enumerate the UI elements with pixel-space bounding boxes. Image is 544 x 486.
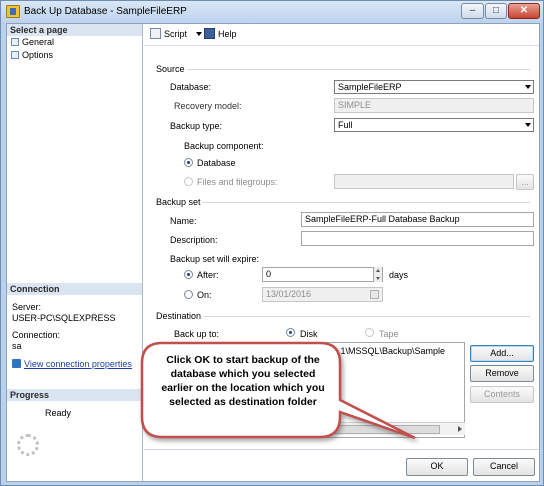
maximize-button[interactable]: □ [485,3,507,19]
backup-type-value: Full [338,120,353,130]
database-select[interactable]: SampleFileERP [334,80,534,94]
divider [188,69,530,70]
page-icon [11,38,19,46]
divider [202,202,530,203]
component-database-radio[interactable] [184,158,193,167]
database-value: SampleFileERP [338,82,402,92]
progress-status: Ready [45,408,72,418]
ok-button[interactable]: OK [406,458,468,476]
page-icon [11,51,19,59]
help-icon [204,28,215,39]
connection-value: sa [12,341,22,351]
expire-label: Backup set will expire: [170,254,260,264]
contents-button[interactable]: Contents [470,386,534,403]
help-button[interactable]: Help [204,28,237,39]
tape-label: Tape [379,329,399,339]
component-files-radio[interactable] [184,177,193,186]
left-pane: Select a page General Options Connection… [7,24,143,481]
backup-component-label: Backup component: [184,141,264,151]
page-general[interactable]: General [11,37,54,47]
remove-button[interactable]: Remove [470,365,534,382]
destination-group-label: Destination [156,311,202,321]
component-database-label: Database [197,158,236,168]
description-input[interactable] [301,231,534,246]
connection-label: Connection: [12,330,61,340]
view-connection-properties[interactable]: View connection properties [12,359,132,369]
close-button[interactable]: ✕ [508,3,540,19]
divider [204,316,530,317]
backup-set-group-label: Backup set [156,197,201,207]
disk-label: Disk [300,329,318,339]
page-options[interactable]: Options [11,50,53,60]
scroll-right-icon[interactable] [458,426,462,432]
expire-on-radio[interactable] [184,290,193,299]
backup-to-label: Back up to: [174,329,220,339]
window-title: Back Up Database - SampleFileERP [24,6,187,17]
after-days-input[interactable]: 0 [262,267,383,282]
page-options-label: Options [22,50,54,60]
page-general-label: General [22,37,55,47]
cancel-button[interactable]: Cancel [473,458,535,476]
days-label: days [389,270,409,280]
server-value: USER-PC\SQLEXPRESS [12,313,116,323]
days-spinner[interactable] [373,267,382,282]
calendar-icon [370,290,379,299]
database-label: Database: [170,82,212,92]
name-label: Name: [170,216,197,226]
recovery-model-label: Recovery model: [174,101,242,111]
help-label: Help [218,29,237,39]
script-label: Script [164,29,188,39]
expire-date-value: 13/01/2016 [266,289,312,299]
backup-name-input[interactable]: SampleFileERP-Full Database Backup [301,212,534,227]
on-label: On: [197,290,212,300]
description-label: Description: [170,235,218,245]
title-bar: Back Up Database - SampleFileERP – □ ✕ [1,1,543,23]
filegroups-field [334,174,514,189]
script-button[interactable]: Script [150,28,202,39]
source-group-label: Source [156,64,185,74]
view-connection-link: View connection properties [24,359,132,369]
connection-header: Connection [7,283,142,295]
properties-icon [12,359,21,368]
minimize-button[interactable]: – [461,3,484,19]
server-label: Server: [12,302,42,312]
progress-spinner-icon [17,434,39,456]
callout-text: Click OK to start backup of the database… [161,354,325,408]
browse-filegroups-button[interactable]: ... [516,174,534,190]
script-icon [150,28,161,39]
component-files-label: Files and filegroups: [197,177,278,187]
expire-after-radio[interactable] [184,270,193,279]
backup-type-select[interactable]: Full [334,118,534,132]
backup-type-label: Backup type: [170,121,223,131]
disk-radio[interactable] [286,328,295,337]
chevron-down-icon [195,32,202,36]
select-page-header: Select a page [7,24,142,36]
after-label: After: [197,270,219,280]
recovery-model-field: SIMPLE [334,98,534,113]
expire-date-picker[interactable]: 13/01/2016 [262,287,383,302]
chevron-down-icon [525,123,531,127]
toolbar: Script Help [144,24,539,46]
progress-header: Progress [7,389,142,401]
database-icon [6,5,20,18]
tape-radio[interactable] [365,328,374,337]
add-button[interactable]: Add... [470,345,534,362]
chevron-down-icon [525,85,531,89]
